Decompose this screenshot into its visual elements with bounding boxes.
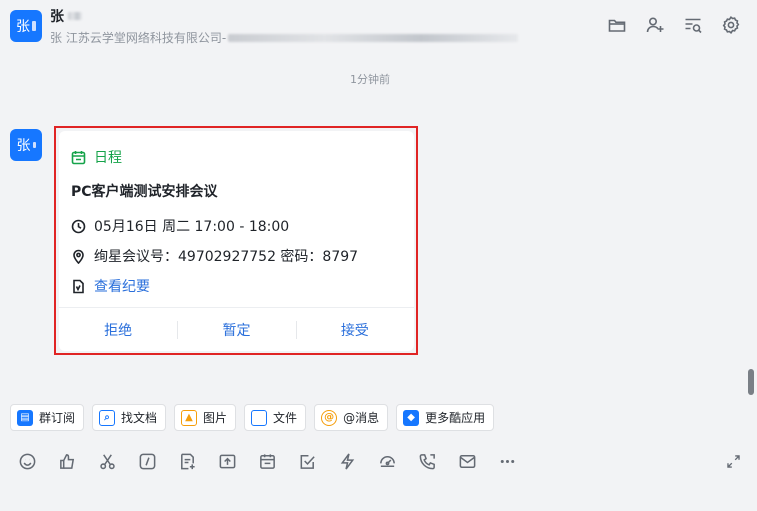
message-timestamp: 1分钟前 [350, 73, 390, 86]
task-check-icon[interactable] [294, 449, 320, 473]
sender-avatar[interactable]: 张 [10, 129, 42, 161]
chat-title-block: 张 张 江苏云学堂网络科技有限公司- [50, 6, 519, 46]
file-chip[interactable]: 文件 [244, 404, 307, 431]
apps-icon: ◆ [403, 409, 420, 426]
live-stream-icon[interactable] [374, 449, 400, 473]
folder-icon [251, 409, 268, 426]
chip-label: 群订阅 [39, 411, 76, 425]
event-time: 05月16日 周二 17:00 - 18:00 [94, 219, 290, 235]
more-icon[interactable] [494, 449, 520, 473]
find-doc-icon: ⌕ [99, 409, 116, 426]
composer-toolbar [14, 449, 520, 473]
find-doc-chip[interactable]: ⌕ 找文档 [92, 404, 167, 431]
scrollbar-track[interactable] [746, 0, 757, 395]
avatar-initial: 张 [16, 19, 30, 35]
more-apps-chip[interactable]: ◆ 更多酷应用 [396, 404, 495, 431]
thumbs-up-icon[interactable] [54, 449, 80, 473]
event-meeting-info: 绚星会议号：49702927752 密码：8797 [94, 249, 359, 265]
expand-icon[interactable] [720, 449, 746, 473]
calendar-icon [71, 150, 86, 164]
quick-apps-bar: ▤ 群订阅 ⌕ 找文档 ▲ 图片 文件 @ @消息 ◆ 更多酷应用 [10, 404, 495, 431]
lightning-icon[interactable] [334, 449, 360, 473]
settings-gear-icon[interactable] [719, 13, 743, 37]
mail-icon[interactable] [454, 449, 480, 473]
card-tag-label: 日程 [94, 150, 122, 166]
search-history-icon[interactable] [681, 13, 705, 37]
chip-label: 图片 [203, 411, 228, 425]
emoji-icon[interactable] [14, 449, 40, 473]
clock-icon [71, 219, 86, 233]
image-chip[interactable]: ▲ 图片 [174, 404, 237, 431]
name-redaction [68, 12, 82, 20]
chip-label: 文件 [273, 411, 298, 425]
chat-title-text: 张 [50, 9, 64, 25]
chat-subtitle-text: 张 江苏云学堂网络科技有限公司- [50, 31, 227, 45]
sender-avatar-initial: 张 [16, 138, 31, 154]
calendar-event-card[interactable]: 日程 PC客户端测试安排会议 05月16日 周二 17:00 - 18:00 绚… [59, 131, 414, 351]
chat-subtitle: 张 江苏云学堂网络科技有限公司- [50, 29, 519, 46]
phone-call-icon[interactable] [414, 449, 440, 473]
card-tag: 日程 [71, 147, 122, 167]
subscribe-icon: ▤ [17, 409, 33, 426]
scrollbar-thumb[interactable] [748, 369, 754, 395]
command-icon[interactable] [134, 449, 160, 473]
calendar-icon[interactable] [254, 449, 280, 473]
location-pin-icon [73, 249, 84, 264]
accept-button[interactable]: 接受 [295, 308, 414, 351]
at-icon: @ [321, 409, 338, 426]
at-message-chip[interactable]: @ @消息 [314, 404, 389, 431]
add-member-icon[interactable] [643, 13, 667, 37]
sender-avatar-redaction [32, 142, 36, 148]
image-icon: ▲ [181, 409, 198, 426]
chat-header: 张 张 张 江苏云学堂网络科技有限公司- [0, 0, 757, 52]
chip-label: 找文档 [121, 411, 158, 425]
scissors-icon[interactable] [94, 449, 120, 473]
chip-label: 更多酷应用 [425, 411, 486, 425]
header-actions [605, 13, 743, 37]
folder-icon[interactable] [605, 13, 629, 37]
doc-add-icon[interactable] [174, 449, 200, 473]
event-time-row: 05月16日 周二 17:00 - 18:00 [71, 216, 289, 236]
view-minutes-label: 查看纪要 [94, 279, 150, 295]
view-minutes-link[interactable]: 查看纪要 [71, 276, 150, 296]
event-location-row: 绚星会议号：49702927752 密码：8797 [71, 246, 358, 266]
upload-icon[interactable] [214, 449, 240, 473]
tentative-button[interactable]: 暂定 [177, 308, 295, 351]
avatar-redaction [32, 21, 36, 31]
subtitle-redaction [228, 33, 519, 42]
decline-button[interactable]: 拒绝 [59, 308, 177, 351]
chip-label: @消息 [343, 411, 380, 425]
event-title: PC客户端测试安排会议 [71, 184, 218, 200]
chat-avatar[interactable]: 张 [10, 10, 42, 42]
chat-title[interactable]: 张 [50, 6, 518, 26]
rsvp-actions: 拒绝 暂定 接受 [59, 308, 414, 351]
subscribe-chip[interactable]: ▤ 群订阅 [10, 404, 85, 431]
minutes-doc-icon [73, 279, 84, 293]
